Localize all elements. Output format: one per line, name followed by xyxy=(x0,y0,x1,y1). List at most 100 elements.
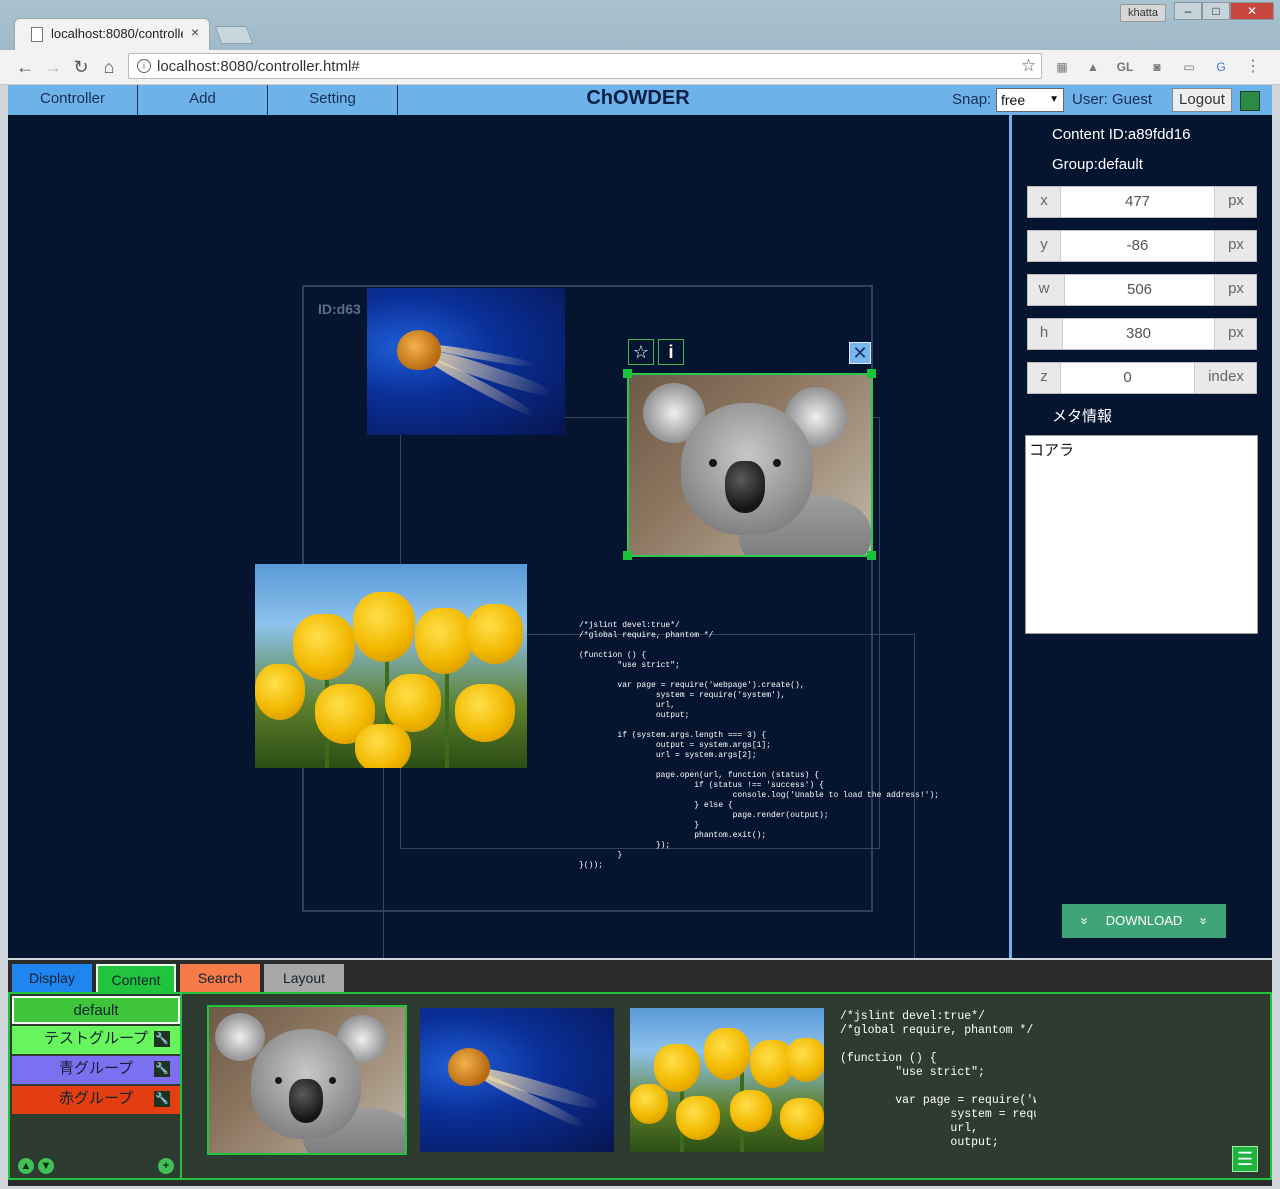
extension-grid-icon[interactable]: ▦ xyxy=(1053,58,1071,76)
resize-handle-top-left[interactable] xyxy=(623,369,632,378)
resize-handle-bottom-left[interactable] xyxy=(623,551,632,560)
code-line: console.log('Unable to load the address!… xyxy=(579,791,940,800)
download-button[interactable]: » DOWNLOAD » xyxy=(1062,904,1226,938)
code-line: (function () { xyxy=(579,651,647,660)
jellyfish-image[interactable] xyxy=(367,288,565,435)
code-line: } xyxy=(579,851,623,860)
code-line: /*jslint devel:true*/ xyxy=(840,1010,985,1023)
h-input[interactable]: 380 xyxy=(1062,319,1215,349)
logout-button[interactable]: Logout xyxy=(1172,88,1232,112)
home-icon[interactable]: ⌂ xyxy=(98,56,120,78)
code-line: } xyxy=(579,821,700,830)
move-down-icon[interactable]: ▼ xyxy=(38,1158,54,1174)
thumbnail-tulips[interactable] xyxy=(630,1008,824,1152)
close-content-icon[interactable]: ✕ xyxy=(849,342,871,364)
thumbnail-code[interactable]: /*jslint devel:true*//*global require, p… xyxy=(840,1010,1036,1150)
reload-icon[interactable]: ↻ xyxy=(70,56,92,78)
code-line: phantom.exit(); xyxy=(579,831,767,840)
gl-icon[interactable]: GL xyxy=(1116,58,1134,76)
group-item-test[interactable]: テストグループ 🔧 xyxy=(12,1026,180,1054)
w-label: w xyxy=(1038,280,1050,297)
menu-controller[interactable]: Controller xyxy=(8,85,138,115)
code-line: /*global require, phantom */ xyxy=(840,1024,1034,1037)
thumbnail-jellyfish[interactable] xyxy=(420,1008,614,1152)
new-tab-button[interactable] xyxy=(214,26,254,44)
tab-close-icon[interactable]: × xyxy=(191,24,199,40)
y-field: y -86 px xyxy=(1027,230,1257,262)
z-unit: index xyxy=(1208,368,1244,385)
content-id-label: Content ID:a89fdd16 xyxy=(1052,126,1191,143)
x-input[interactable]: 477 xyxy=(1060,187,1215,217)
g-extension-icon[interactable]: G xyxy=(1212,58,1230,76)
drive-icon[interactable]: ▲ xyxy=(1084,58,1102,76)
code-line: url = system.args[2]; xyxy=(579,751,757,760)
move-up-icon[interactable]: ▲ xyxy=(18,1158,34,1174)
code-line: (function () { xyxy=(840,1052,937,1065)
y-input[interactable]: -86 xyxy=(1060,231,1215,261)
tab-content[interactable]: Content xyxy=(96,964,176,992)
cast-icon[interactable]: ▭ xyxy=(1180,58,1198,76)
y-label: y xyxy=(1040,236,1048,253)
z-label: z xyxy=(1040,368,1048,385)
snap-label: Snap: xyxy=(952,91,992,108)
tulips-image[interactable] xyxy=(255,564,527,768)
address-bar[interactable]: i localhost:8080/controller.html# ☆ xyxy=(128,53,1042,79)
menu-icon[interactable]: ☰ xyxy=(1232,1146,1258,1172)
h-field: h 380 px xyxy=(1027,318,1257,350)
app-header: Controller Add Setting ChOWDER Snap: fre… xyxy=(8,85,1272,115)
back-arrow-icon[interactable]: ← xyxy=(14,56,36,78)
content-stage[interactable]: ID:d63 /*jslint devel:true*//*global req… xyxy=(8,115,1009,958)
content-panel: default テストグループ 🔧 青グループ 🔧 赤グループ 🔧 ▲ ▼ + xyxy=(8,992,1272,1180)
add-group-icon[interactable]: + xyxy=(158,1158,174,1174)
w-unit: px xyxy=(1228,280,1244,297)
code-line: /*jslint devel:true*/ xyxy=(579,621,680,630)
code-line: page.open(url, function (status) { xyxy=(579,771,820,780)
tab-display[interactable]: Display xyxy=(12,964,92,992)
info-icon[interactable]: i xyxy=(658,339,684,365)
bookmark-star-icon[interactable]: ☆ xyxy=(1021,56,1036,76)
app-title: ChOWDER xyxy=(586,87,690,109)
extension-icon[interactable]: ◙ xyxy=(1148,58,1166,76)
group-item-red[interactable]: 赤グループ 🔧 xyxy=(12,1086,180,1114)
wrench-icon[interactable]: 🔧 xyxy=(154,1091,170,1107)
code-line: output; xyxy=(579,711,690,720)
maximize-button[interactable]: □ xyxy=(1202,2,1230,20)
w-input[interactable]: 506 xyxy=(1064,275,1215,305)
browser-menu-icon[interactable]: ⋮ xyxy=(1244,58,1262,76)
mark-star-icon[interactable]: ☆ xyxy=(628,339,654,365)
z-input[interactable]: 0 xyxy=(1060,363,1195,393)
code-line: url, xyxy=(840,1122,979,1135)
code-line: /*global require, phantom */ xyxy=(579,631,714,640)
display-id-label: ID:d63 xyxy=(318,301,361,317)
y-unit: px xyxy=(1228,236,1244,253)
menu-add[interactable]: Add xyxy=(138,85,268,115)
group-label: Group:default xyxy=(1052,156,1143,173)
display-mode-icon[interactable] xyxy=(1240,91,1260,111)
group-item-default[interactable]: default xyxy=(12,996,180,1024)
profile-chip[interactable]: khatta xyxy=(1120,4,1166,22)
site-info-icon[interactable]: i xyxy=(137,59,151,73)
tab-layout[interactable]: Layout xyxy=(264,964,344,992)
resize-handle-top-right[interactable] xyxy=(867,369,876,378)
resize-handle-bottom-right[interactable] xyxy=(867,551,876,560)
forward-arrow-icon[interactable]: → xyxy=(42,56,64,78)
code-line: } else { xyxy=(579,801,733,810)
meta-info-textarea[interactable]: コアラ xyxy=(1025,435,1258,634)
group-list: default テストグループ 🔧 青グループ 🔧 赤グループ 🔧 ▲ ▼ + xyxy=(10,994,182,1178)
wrench-icon[interactable]: 🔧 xyxy=(154,1061,170,1077)
code-line: system = require('sys xyxy=(950,1108,1036,1121)
browser-tab[interactable]: localhost:8080/controller.html# × xyxy=(14,18,210,50)
snap-select[interactable]: free ▼ xyxy=(996,88,1064,112)
code-content[interactable]: /*jslint devel:true*//*global require, p… xyxy=(579,621,939,871)
group-item-blue[interactable]: 青グループ 🔧 xyxy=(12,1056,180,1084)
minimize-button[interactable]: – xyxy=(1174,2,1202,20)
selection-frame[interactable] xyxy=(627,373,873,557)
menu-setting[interactable]: Setting xyxy=(268,85,398,115)
wrench-icon[interactable]: 🔧 xyxy=(154,1031,170,1047)
window-close-button[interactable]: ✕ xyxy=(1230,2,1274,20)
thumbnail-koala[interactable] xyxy=(207,1005,407,1155)
tab-search[interactable]: Search xyxy=(180,964,260,992)
